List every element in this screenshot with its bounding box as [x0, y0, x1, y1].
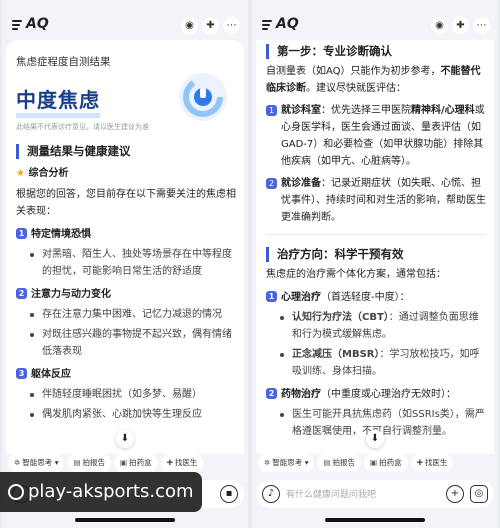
disclaimer: 此结果不代表诊疗意见，请以医生建议为准 [16, 123, 149, 131]
quick-actions: ✲ 智能思考 ▾ ▤ 拍报告 ▣ 拍药盒 ✚ 找医生 [6, 454, 244, 474]
top-bar: AQ ◉ ✚ ⋯ [2, 14, 248, 38]
list-item: 偶发肌肉紧张、心跳加快等生理反应 [16, 406, 236, 423]
photo-report-button[interactable]: ▤ 拍报告 [317, 454, 362, 472]
doctor-icon: ✚ [166, 458, 173, 467]
watermark-logo-icon [8, 484, 24, 500]
scroll-down-button[interactable]: ⬇ [116, 430, 134, 448]
new-chat-icon[interactable]: ✚ [452, 17, 469, 34]
analysis-title: ★ 综合分析 [16, 168, 69, 179]
report-icon: ▤ [73, 458, 81, 467]
step2-title: 治疗方向：科学干预有效 [266, 247, 486, 262]
top-bar: AQ ◉ ✚ ⋯ [252, 14, 498, 38]
photo-medicine-button[interactable]: ▣ 拍药盒 [364, 454, 408, 472]
section-title: 测量结果与健康建议 [16, 144, 236, 159]
voice-icon[interactable]: ♪ [262, 485, 280, 503]
right-screen: AQ ◉ ✚ ⋯ 第一步：专业诊断确认 自测量表（如AQ）只能作为初步参考，不能… [252, 0, 498, 528]
list-item: 正念减压（MBSR）：学习放松技巧，如呼吸训练、身体扫描。 [266, 346, 486, 380]
quick-actions: ✲ 智能思考 ▾ ▤ 拍报告 ▣ 拍药盒 ✚ 找医生 [256, 454, 494, 474]
watermark-text: play-aksports.com [28, 481, 194, 502]
more-icon[interactable]: ⋯ [473, 17, 490, 34]
photo-medicine-button[interactable]: ▣ 拍药盒 [114, 454, 158, 472]
new-chat-icon[interactable]: ✚ [202, 17, 219, 34]
list-item: 对既往感兴趣的事物提不起兴致，偶有情绪低落表现 [16, 326, 236, 360]
left-screen: AQ ◉ ✚ ⋯ 焦虑症程度自测结果 中度焦虑 此结果不代表诊疗意见，请以医生建… [2, 0, 248, 528]
step1-text: 自测量表（如AQ）只能作为初步参考，不能替代临床诊断。建议尽快就医评估： [266, 66, 481, 94]
brain-icon: ✲ [14, 458, 21, 467]
list-item: 2 就诊准备：记录近期症状（如失眠、心慌、担忧事件）、持续时间和对生活的影响，帮助… [266, 175, 486, 226]
app-title: AQ [26, 16, 49, 32]
list-item: 1 就诊科室：优先选择三甲医院精神科/心理科或心身医学科，医生会通过面谈、量表评估… [266, 102, 486, 170]
chevron-down-icon: ▾ [54, 458, 59, 467]
result-card: 焦虑症程度自测结果 中度焦虑 此结果不代表诊疗意见，请以医生建议为准 测量结果与… [6, 40, 244, 454]
more-icon[interactable]: ⋯ [223, 17, 240, 34]
watermark-banner: play-aksports.com [0, 472, 202, 512]
list-item: 伴随轻度睡眠困扰（如多梦、易醒） [16, 386, 236, 403]
item-title: 1 心理治疗（首选轻度-中度）： [266, 289, 486, 306]
analysis-text: 根据您的回答，您目前存在以下需要关注的焦虑相关表现： [16, 189, 236, 217]
deep-think-button[interactable]: ✲ 智能思考 ▾ [8, 454, 65, 472]
camera-icon[interactable]: ◎ [470, 485, 488, 503]
item-title: 2 药物治疗（中重度或心理治疗无效时）： [266, 386, 486, 403]
menu-icon[interactable] [262, 20, 272, 30]
card-title: 焦虑症程度自测结果 [16, 56, 111, 68]
result-level: 中度焦虑 [16, 87, 100, 118]
send-icon[interactable]: ▪ [220, 485, 238, 503]
pill-icon: ▣ [370, 458, 378, 467]
menu-icon[interactable] [12, 20, 22, 30]
find-doctor-button[interactable]: ✚ 找医生 [410, 454, 454, 472]
plus-icon[interactable]: + [446, 485, 464, 503]
list-item: 对黑暗、陌生人、独处等场景存在中等程度的担忧，可能影响日常生活的舒适度 [16, 246, 236, 280]
brain-icon: ✲ [264, 458, 271, 467]
home-indicator [75, 518, 175, 522]
report-icon: ▤ [323, 458, 331, 467]
divider [266, 234, 486, 235]
star-icon: ★ [16, 168, 29, 179]
chat-input[interactable]: ♪ 有什么健康问题问我吧 + ◎ [256, 480, 494, 508]
step2-intro: 焦虑症的治疗需个体化方案，通常包括： [266, 269, 446, 280]
item-title: 2 注意力与动力变化 [16, 286, 236, 303]
ai-assistant-icon[interactable]: ◉ [431, 17, 448, 34]
pill-icon: ▣ [120, 458, 128, 467]
list-item: 存在注意力集中困难、记忆力减退的情况 [16, 306, 236, 323]
deep-think-button[interactable]: ✲ 智能思考 ▾ [258, 454, 315, 472]
list-item: 认知行为疗法（CBT）：通过调整负面思维和行为模式缓解焦虑。 [266, 309, 486, 343]
doctor-icon: ✚ [416, 458, 423, 467]
advice-card: 第一步：专业诊断确认 自测量表（如AQ）只能作为初步参考，不能替代临床诊断。建议… [256, 40, 494, 454]
home-indicator [325, 518, 425, 522]
item-title: 1 特定情境恐惧 [16, 226, 236, 243]
item-title: 3 躯体反应 [16, 366, 236, 383]
chat-input-placeholder: 有什么健康问题问我吧 [286, 490, 377, 500]
step1-title: 第一步：专业诊断确认 [266, 44, 486, 59]
find-doctor-button[interactable]: ✚ 找医生 [160, 454, 204, 472]
photo-report-button[interactable]: ▤ 拍报告 [67, 454, 112, 472]
app-title: AQ [276, 16, 299, 32]
scroll-down-button[interactable]: ⬇ [366, 430, 384, 448]
ai-assistant-icon[interactable]: ◉ [181, 17, 198, 34]
chevron-down-icon: ▾ [304, 458, 309, 467]
